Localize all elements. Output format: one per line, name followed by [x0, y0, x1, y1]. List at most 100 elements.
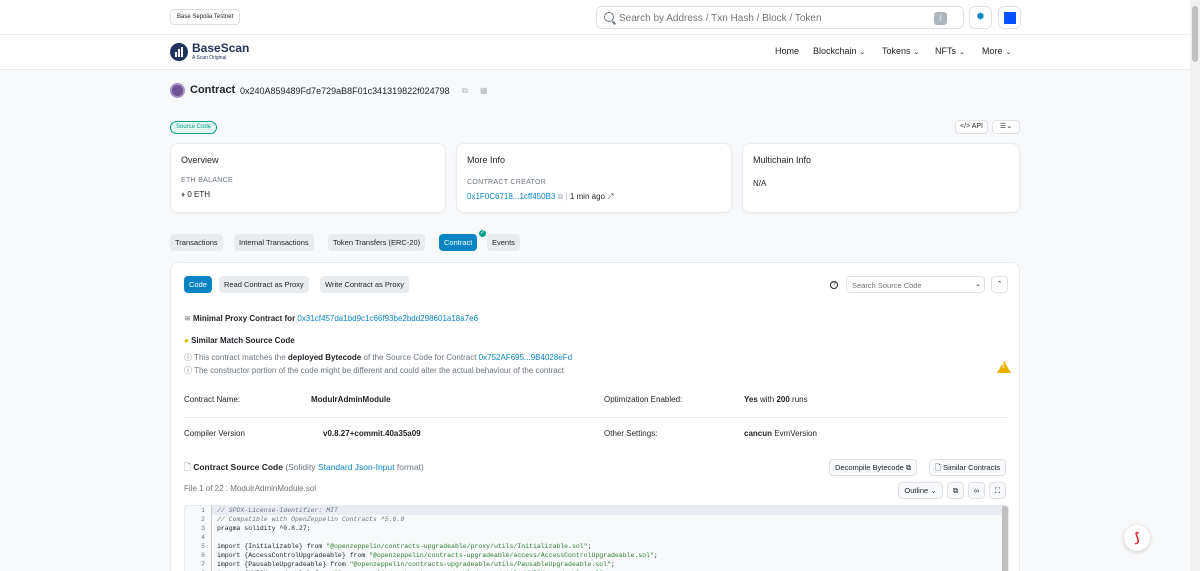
- contract-name-label: Contract Name:: [184, 395, 241, 404]
- search-box[interactable]: /: [596, 6, 964, 29]
- file-counter: File 1 of 22 : ModulrAdminModule.sol: [184, 484, 317, 493]
- code-line: 5 import {Initializable} from "@openzeppe…: [201, 543, 592, 550]
- subtab-read-proxy[interactable]: Read Contract as Proxy: [219, 276, 309, 293]
- source-search-input[interactable]: [852, 279, 952, 291]
- standard-json-link[interactable]: Standard Json-Input: [318, 462, 395, 472]
- copy-icon[interactable]: ⧉: [462, 86, 468, 96]
- contract-creator-label: CONTRACT CREATOR: [467, 179, 547, 186]
- chevron-down-icon: ⌄: [859, 49, 866, 56]
- link-code-button[interactable]: ∞: [968, 482, 985, 499]
- help-icon[interactable]: ?: [830, 281, 838, 289]
- list-icon: ☰⌄: [999, 123, 1013, 130]
- contract-creator-value: 0x1F0C6718...1cff450B3 ⧉ | 1 min ago ↗: [467, 192, 614, 201]
- chevron-up-button[interactable]: ⌃: [991, 276, 1008, 293]
- compiler-label: Compiler Version: [184, 429, 245, 438]
- page-title: Contract: [190, 84, 236, 96]
- outline-dropdown[interactable]: Outline ⌄: [898, 482, 943, 499]
- external-link-icon[interactable]: ↗: [607, 192, 613, 201]
- chain-selector-button[interactable]: [998, 6, 1021, 29]
- proxy-line: ≋ Minimal Proxy Contract for 0x31cf457da…: [184, 314, 479, 323]
- chevron-down-icon: ⌄: [959, 49, 965, 56]
- file-icon: 🗋: [184, 462, 191, 472]
- tab-contract[interactable]: Contract: [439, 234, 478, 251]
- copy-icon: ⧉: [952, 486, 959, 495]
- other-settings-label: Other Settings:: [604, 429, 658, 438]
- code-line: 4: [201, 534, 205, 541]
- contract-address: 0x240A859489Fd7e729aB8F01c341319822f0247…: [240, 86, 450, 96]
- matched-contract-link[interactable]: 0x752AF695...9B4028eFd: [479, 353, 572, 362]
- nav-home[interactable]: Home: [775, 46, 799, 56]
- contract-panel: Code Read Contract as Proxy Write Contra…: [170, 262, 1020, 571]
- contract-avatar-icon: [170, 83, 185, 98]
- sun-icon: ✹: [975, 11, 986, 23]
- optimization-value: Yes with 200 runs: [744, 395, 808, 404]
- multichain-card: Multichain Info N/A: [742, 143, 1020, 213]
- copy-icon[interactable]: ⧉: [558, 192, 566, 201]
- slash-shortcut-icon: /: [934, 12, 947, 25]
- search-icon: [604, 12, 614, 22]
- multichain-value: N/A: [753, 179, 767, 188]
- eth-balance-label: ETH BALANCE: [181, 177, 233, 184]
- api-button[interactable]: </> API: [955, 120, 988, 134]
- theme-toggle-button[interactable]: ✹: [969, 6, 992, 29]
- eth-icon: ♦: [181, 190, 186, 199]
- multichain-title: Multichain Info: [753, 155, 812, 165]
- code-line: 7 import {PausableUpgradeable} from "@ope…: [201, 561, 615, 568]
- chevron-down-icon: ⌄: [1005, 49, 1012, 56]
- chevron-down-icon[interactable]: ⌄: [975, 280, 981, 288]
- contract-name-value: ModulrAdminModule: [311, 395, 391, 404]
- search-input[interactable]: [619, 10, 919, 26]
- tab-token-transfers[interactable]: Token Transfers (ERC-20): [328, 234, 426, 251]
- logo-icon: [170, 43, 188, 61]
- qr-code-icon[interactable]: ▦: [480, 86, 488, 95]
- optimization-label: Optimization Enabled:: [604, 395, 683, 404]
- nav-more[interactable]: More ⌄: [982, 46, 1011, 56]
- copy-code-button[interactable]: ⧉: [947, 482, 964, 499]
- similar-match-title: ● Similar Match Source Code: [184, 336, 295, 345]
- more-info-card: More Info CONTRACT CREATOR 0x1F0C6718...…: [456, 143, 732, 213]
- similar-match-line1: ⓘ This contract matches the deployed Byt…: [184, 353, 573, 362]
- source-code-heading: 🗋 Contract Source Code (Solidity Standar…: [184, 462, 424, 472]
- layers-icon: ≋: [184, 314, 191, 323]
- decompile-bytecode-button[interactable]: Decompile Bytecode ⧉: [829, 459, 918, 476]
- fullscreen-button[interactable]: ⛶: [989, 482, 1006, 499]
- more-options-button[interactable]: ☰⌄: [992, 120, 1020, 134]
- creation-time: 1 min ago: [569, 192, 605, 201]
- code-line: 6 import {AccessControlUpgradeable} from …: [201, 552, 658, 559]
- code-line: 3 pragma solidity ^0.8.27;: [201, 525, 311, 532]
- similar-match-line2: ⓘ The constructor portion of the code mi…: [184, 366, 564, 375]
- subtab-write-proxy[interactable]: Write Contract as Proxy: [320, 276, 410, 293]
- tab-transactions[interactable]: Transactions: [170, 234, 223, 251]
- verified-check-icon: ✓: [478, 229, 487, 238]
- site-header: BaseScan A Scan Original Home Blockchain…: [0, 35, 1190, 70]
- warning-icon: [997, 361, 1011, 373]
- nav-nfts[interactable]: NFTs ⌄: [935, 46, 965, 56]
- info-icon: ⓘ: [184, 366, 192, 375]
- chevron-down-icon: ⌄: [930, 486, 937, 495]
- implementation-address-link[interactable]: 0x31cf457da1bd9c1c66f93be2bdd298601a18a7…: [297, 314, 478, 323]
- creator-address-link[interactable]: 0x1F0C6718...1cff450B3: [467, 192, 555, 201]
- source-search-box[interactable]: ⌄: [846, 276, 985, 293]
- pdf-export-button[interactable]: ⟆: [1124, 525, 1150, 551]
- nav-tokens[interactable]: Tokens ⌄: [882, 46, 919, 56]
- code-icon: </>: [960, 123, 971, 130]
- top-bar: Base Sepolia Testnet / ✹: [0, 0, 1190, 35]
- base-chain-icon: [1004, 12, 1016, 24]
- more-info-title: More Info: [467, 155, 506, 165]
- code-scrollbar[interactable]: [1002, 506, 1008, 571]
- tab-internal-transactions[interactable]: Internal Transactions: [234, 234, 314, 251]
- nav-blockchain[interactable]: Blockchain ⌄: [813, 46, 865, 56]
- code-editor[interactable]: 1// SPDX-License-Identifier: MIT 2// Comp…: [184, 505, 1009, 571]
- code-line: 1// SPDX-License-Identifier: MIT: [201, 507, 338, 514]
- source-code-badge[interactable]: Source Code: [170, 121, 218, 134]
- network-badge[interactable]: Base Sepolia Testnet: [170, 9, 241, 25]
- similar-contracts-button[interactable]: 🗋 Similar Contracts: [929, 459, 1007, 476]
- info-icon: ⓘ: [184, 353, 192, 362]
- overview-title: Overview: [181, 155, 219, 165]
- page-scrollbar[interactable]: [1190, 0, 1200, 571]
- subtab-code[interactable]: Code: [184, 276, 212, 293]
- tab-events[interactable]: Events: [487, 234, 520, 251]
- compiler-value: v0.8.27+commit.40a35a09: [323, 429, 421, 438]
- chevron-up-icon: ⌃: [996, 281, 1003, 288]
- search-doc-icon: 🗋: [935, 463, 942, 472]
